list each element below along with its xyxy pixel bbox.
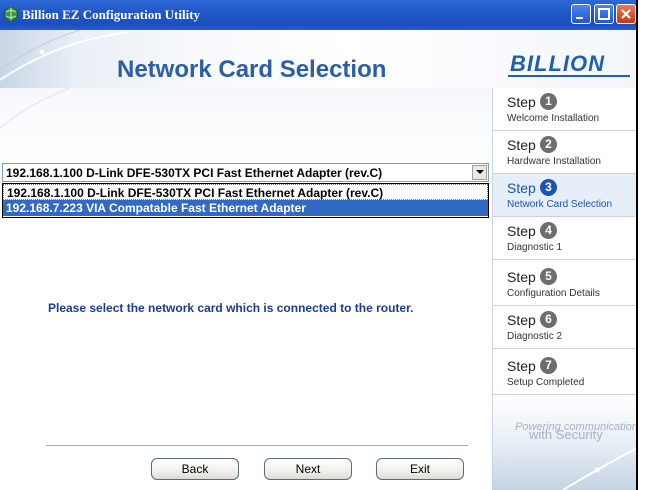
step-4: Step 4 Diagnostic 1: [493, 217, 637, 260]
instruction-text: Please select the network card which is …: [48, 301, 414, 315]
step-label: Diagnostic 1: [507, 242, 563, 253]
step-word: Step: [507, 180, 536, 196]
dropdown-option[interactable]: 192.168.1.100 D-Link DFE-530TX PCI Fast …: [3, 184, 488, 200]
main-content: 192.168.1.100 D-Link DFE-530TX PCI Fast …: [0, 88, 492, 490]
step-number-badge: 7: [540, 357, 557, 374]
network-card-select[interactable]: 192.168.1.100 D-Link DFE-530TX PCI Fast …: [2, 163, 489, 182]
step-word: Step: [507, 137, 536, 153]
main-swoosh-decoration: [0, 88, 71, 129]
step-label: Diagnostic 2: [507, 331, 563, 342]
close-button[interactable]: [616, 4, 636, 24]
exit-button[interactable]: Exit: [376, 458, 464, 480]
step-number-badge: 2: [540, 136, 557, 153]
step-1: Step 1 Welcome Installation: [493, 88, 637, 131]
step-word: Step: [507, 94, 536, 110]
step-word: Step: [507, 312, 536, 328]
app-window: Billion EZ Configuration Utility Network…: [0, 0, 643, 490]
step-2: Step 2 Hardware Installation: [493, 131, 637, 174]
button-divider: [46, 445, 468, 446]
logo-underline: [508, 75, 630, 77]
step-label: Welcome Installation: [507, 113, 600, 124]
step-label: Configuration Details: [507, 288, 600, 299]
minimize-icon: [576, 17, 583, 19]
step-number-badge: 5: [540, 268, 557, 285]
minimize-button[interactable]: [571, 4, 591, 24]
billion-logo: BILLION: [510, 51, 605, 76]
step-label: Hardware Installation: [507, 156, 601, 167]
steps-sidebar: Step 1 Welcome Installation Step 2 Hardw…: [492, 88, 643, 490]
step-number-badge: 1: [540, 93, 557, 110]
step-number-badge: 4: [540, 222, 557, 239]
chevron-down-icon: [476, 170, 484, 174]
step-3-active: Step 3 Network Card Selection: [493, 174, 637, 217]
step-number-badge: 3: [540, 179, 557, 196]
step-word: Step: [507, 269, 536, 285]
window-title: Billion EZ Configuration Utility: [22, 7, 201, 22]
title-bar[interactable]: Billion EZ Configuration Utility: [0, 0, 637, 30]
page-title: Network Card Selection: [117, 56, 387, 83]
selected-network-card: 192.168.1.100 D-Link DFE-530TX PCI Fast …: [6, 166, 383, 180]
dropdown-option-highlighted[interactable]: 192.168.7.223 VIA Compatable Fast Ethern…: [3, 200, 488, 216]
maximize-icon: [598, 8, 610, 20]
step-word: Step: [507, 223, 536, 239]
step-label: Network Card Selection: [507, 199, 613, 210]
step-7: Step 7 Setup Completed: [493, 352, 637, 395]
step-word: Step: [507, 358, 536, 374]
network-card-dropdown-list: 192.168.1.100 D-Link DFE-530TX PCI Fast …: [2, 183, 489, 218]
app-globe-icon: [3, 6, 19, 22]
step-6: Step 6 Diagnostic 2: [493, 306, 637, 349]
step-number-badge: 6: [540, 311, 557, 328]
step-label: Setup Completed: [507, 377, 585, 388]
sidebar-footer: Powering communications with Security: [493, 396, 643, 490]
dropdown-toggle-button[interactable]: [472, 165, 487, 180]
footer-swoosh-decoration: [562, 447, 637, 490]
back-button[interactable]: Back: [151, 458, 239, 480]
close-icon: [621, 9, 631, 19]
header-banner: Network Card Selection BILLION: [0, 30, 637, 88]
step-5: Step 5 Configuration Details: [493, 263, 637, 306]
next-button[interactable]: Next: [264, 458, 352, 480]
outer-window-border: [636, 0, 645, 490]
maximize-button[interactable]: [594, 4, 614, 24]
